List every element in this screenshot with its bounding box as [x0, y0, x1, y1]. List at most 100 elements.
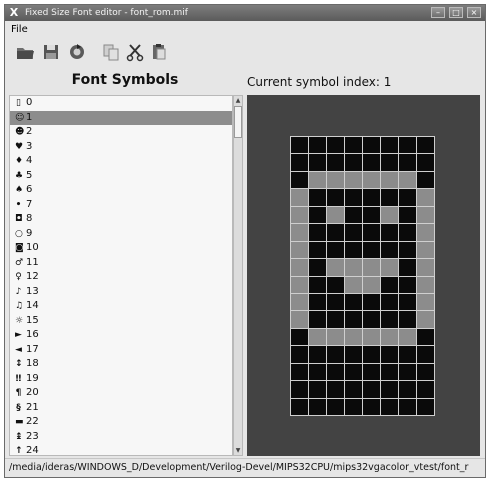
- pixel-cell[interactable]: [399, 328, 416, 346]
- pixel-cell[interactable]: [381, 381, 398, 398]
- pixel-cell[interactable]: [417, 259, 434, 276]
- pixel-cell[interactable]: [291, 206, 308, 224]
- list-item[interactable]: ☺ 1: [10, 110, 232, 125]
- pixel-cell[interactable]: [381, 276, 398, 293]
- pixel-cell[interactable]: [291, 346, 308, 363]
- list-item[interactable]: ♣ 5: [10, 169, 232, 184]
- pixel-cell[interactable]: [345, 293, 362, 311]
- pixel-cell[interactable]: [363, 328, 380, 346]
- pixel-cell[interactable]: [363, 293, 380, 311]
- pixel-cell[interactable]: [399, 137, 416, 154]
- pixel-cell[interactable]: [345, 241, 362, 259]
- pixel-cell[interactable]: [417, 276, 434, 293]
- pixel-cell[interactable]: [309, 259, 326, 276]
- pixel-cell[interactable]: [399, 206, 416, 224]
- pixel-cell[interactable]: [345, 259, 362, 276]
- pixel-cell[interactable]: [309, 293, 326, 311]
- pixel-cell[interactable]: [309, 224, 326, 241]
- pixel-cell[interactable]: [345, 171, 362, 189]
- pixel-cell[interactable]: [345, 276, 362, 293]
- pixel-cell[interactable]: [381, 137, 398, 154]
- list-item[interactable]: ¶ 20: [10, 386, 232, 401]
- pixel-cell[interactable]: [327, 154, 344, 171]
- pixel-cell[interactable]: [327, 276, 344, 293]
- maximize-button[interactable]: □: [449, 7, 463, 18]
- pixel-cell[interactable]: [417, 137, 434, 154]
- pixel-cell[interactable]: [309, 171, 326, 189]
- pixel-cell[interactable]: [417, 381, 434, 398]
- list-item[interactable]: ◄ 17: [10, 343, 232, 358]
- copy-icon[interactable]: [101, 42, 121, 62]
- pixel-cell[interactable]: [345, 363, 362, 381]
- list-item[interactable]: ◘ 8: [10, 212, 232, 227]
- pixel-cell[interactable]: [417, 363, 434, 381]
- pixel-cell[interactable]: [363, 241, 380, 259]
- pixel-cell[interactable]: [327, 381, 344, 398]
- list-item[interactable]: • 7: [10, 198, 232, 213]
- pixel-cell[interactable]: [381, 398, 398, 415]
- list-item[interactable]: ♠ 6: [10, 183, 232, 198]
- pixel-cell[interactable]: [417, 293, 434, 311]
- pixel-cell[interactable]: [381, 311, 398, 328]
- list-item[interactable]: ↑ 24: [10, 444, 232, 455]
- list-item[interactable]: ♥ 3: [10, 140, 232, 155]
- pixel-cell[interactable]: [417, 189, 434, 206]
- pixel-cell[interactable]: [399, 398, 416, 415]
- pixel-cell[interactable]: [327, 293, 344, 311]
- pixel-cell[interactable]: [327, 171, 344, 189]
- pixel-cell[interactable]: [345, 189, 362, 206]
- pixel-cell[interactable]: [381, 328, 398, 346]
- list-item[interactable]: ☼ 15: [10, 314, 232, 329]
- pixel-cell[interactable]: [363, 276, 380, 293]
- save-disk-icon[interactable]: [41, 42, 61, 62]
- pixel-cell[interactable]: [291, 381, 308, 398]
- pixel-cell[interactable]: [363, 224, 380, 241]
- pixel-cell[interactable]: [345, 154, 362, 171]
- pixel-cell[interactable]: [291, 241, 308, 259]
- pixel-cell[interactable]: [309, 206, 326, 224]
- list-scrollbar[interactable]: ▲ ▼: [233, 95, 243, 456]
- pixel-cell[interactable]: [345, 206, 362, 224]
- editor-canvas[interactable]: [247, 95, 480, 456]
- reload-icon[interactable]: [67, 42, 87, 62]
- pixel-cell[interactable]: [399, 346, 416, 363]
- list-item[interactable]: ▯ 0: [10, 96, 232, 111]
- pixel-cell[interactable]: [417, 311, 434, 328]
- pixel-cell[interactable]: [381, 224, 398, 241]
- pixel-cell[interactable]: [327, 206, 344, 224]
- open-folder-icon[interactable]: [15, 42, 35, 62]
- pixel-cell[interactable]: [291, 154, 308, 171]
- pixel-cell[interactable]: [417, 241, 434, 259]
- list-item[interactable]: ↨ 23: [10, 430, 232, 445]
- pixel-cell[interactable]: [327, 137, 344, 154]
- pixel-cell[interactable]: [363, 154, 380, 171]
- list-item[interactable]: § 21: [10, 401, 232, 416]
- pixel-cell[interactable]: [417, 398, 434, 415]
- pixel-cell[interactable]: [399, 363, 416, 381]
- list-item[interactable]: ♦ 4: [10, 154, 232, 169]
- pixel-cell[interactable]: [363, 363, 380, 381]
- pixel-cell[interactable]: [417, 154, 434, 171]
- pixel-cell[interactable]: [327, 328, 344, 346]
- pixel-cell[interactable]: [363, 189, 380, 206]
- pixel-grid[interactable]: [290, 136, 435, 416]
- pixel-cell[interactable]: [309, 311, 326, 328]
- pixel-cell[interactable]: [327, 259, 344, 276]
- pixel-cell[interactable]: [291, 171, 308, 189]
- scroll-up-arrow-icon[interactable]: ▲: [234, 96, 242, 105]
- cut-scissors-icon[interactable]: [125, 42, 145, 62]
- pixel-cell[interactable]: [309, 241, 326, 259]
- pixel-cell[interactable]: [291, 259, 308, 276]
- pixel-cell[interactable]: [309, 381, 326, 398]
- pixel-cell[interactable]: [291, 328, 308, 346]
- pixel-cell[interactable]: [309, 154, 326, 171]
- list-item[interactable]: ↕ 18: [10, 357, 232, 372]
- pixel-cell[interactable]: [363, 381, 380, 398]
- pixel-cell[interactable]: [399, 171, 416, 189]
- pixel-cell[interactable]: [399, 224, 416, 241]
- pixel-cell[interactable]: [363, 171, 380, 189]
- list-item[interactable]: ♂ 11: [10, 256, 232, 271]
- pixel-cell[interactable]: [309, 276, 326, 293]
- pixel-cell[interactable]: [399, 311, 416, 328]
- scroll-thumb[interactable]: [234, 106, 242, 138]
